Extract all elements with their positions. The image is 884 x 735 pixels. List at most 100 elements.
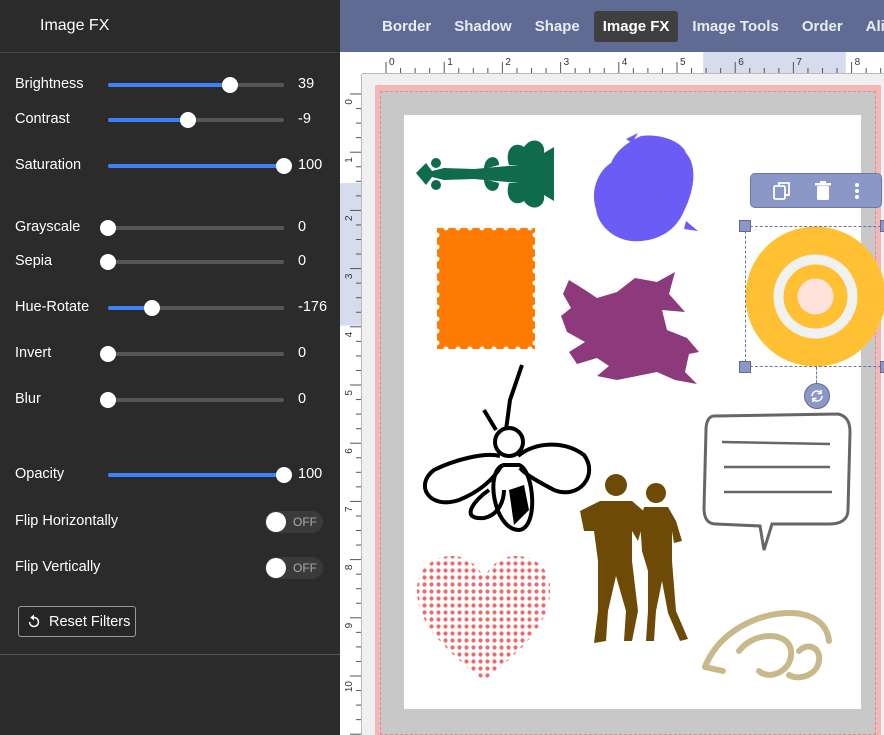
contrast-label: Contrast xyxy=(15,111,70,127)
ruler-selection-highlight xyxy=(703,52,846,73)
ruler-label: 7 xyxy=(796,57,802,68)
ruler-label: 3 xyxy=(344,273,355,279)
ruler-label: 9 xyxy=(344,622,355,628)
ruler-label: 4 xyxy=(622,57,628,68)
reset-filters-button[interactable]: Reset Filters xyxy=(18,606,136,637)
brightness-slider[interactable] xyxy=(108,77,284,93)
blur-value: 0 xyxy=(298,391,307,407)
sepia-label: Sepia xyxy=(15,253,53,269)
couple-silhouette-image[interactable] xyxy=(576,471,694,651)
green-ornament-image[interactable] xyxy=(414,135,559,210)
grayscale-slider-knob[interactable] xyxy=(100,220,116,236)
flip-horizontal-control: Flip Horizontally OFF xyxy=(0,507,340,537)
tab-order[interactable]: Order xyxy=(793,11,852,42)
vertical-ruler-ticks: 0 1 2 3 4 5 6 7 8 9 10 xyxy=(340,93,361,735)
sepia-slider[interactable] xyxy=(100,254,284,270)
selection-toolbar xyxy=(750,173,882,208)
tab-image-fx[interactable]: Image FX xyxy=(593,10,679,42)
contrast-slider[interactable] xyxy=(108,112,284,128)
ruler-label: 2 xyxy=(505,57,511,68)
invert-slider[interactable] xyxy=(100,346,284,362)
invert-slider-knob[interactable] xyxy=(100,346,116,362)
flip-horizontal-toggle[interactable]: OFF xyxy=(265,511,323,533)
sepia-slider-knob[interactable] xyxy=(100,254,116,270)
hue-rotate-slider[interactable] xyxy=(108,300,284,316)
sepia-control: Sepia 0 xyxy=(0,247,340,277)
ruler-corner xyxy=(340,52,362,74)
ruler-label: 8 xyxy=(855,57,861,68)
tab-shape[interactable]: Shape xyxy=(526,11,589,42)
horizontal-ruler-ticks: 0 1 2 3 4 5 6 7 8 xyxy=(385,52,882,73)
hue-rotate-control: Hue-Rotate -176 xyxy=(0,293,340,323)
selection-box xyxy=(745,226,884,367)
resize-handle-top-left[interactable] xyxy=(739,220,751,232)
brightness-slider-knob[interactable] xyxy=(222,77,239,93)
sepia-value: 0 xyxy=(298,253,307,269)
invert-value: 0 xyxy=(298,345,307,361)
invert-control: Invert 0 xyxy=(0,339,340,369)
saturation-value: 100 xyxy=(298,157,323,173)
gold-flourish-image[interactable] xyxy=(699,591,839,691)
panel-divider xyxy=(0,654,340,655)
flip-vertical-control: Flip Vertically OFF xyxy=(0,553,340,583)
design-page xyxy=(404,115,884,709)
flip-horizontal-label: Flip Horizontally xyxy=(15,513,119,529)
resize-handle-bottom-right[interactable] xyxy=(880,361,884,373)
tab-shadow[interactable]: Shadow xyxy=(445,11,521,42)
hue-rotate-slider-knob[interactable] xyxy=(144,300,160,316)
ruler-label: 10 xyxy=(344,681,355,693)
red-heart-pattern-image[interactable] xyxy=(414,553,554,683)
brightness-label: Brightness xyxy=(15,76,84,92)
ruler-label: 3 xyxy=(564,57,570,68)
tab-align[interactable]: Align xyxy=(857,11,884,42)
orange-stamp-image[interactable] xyxy=(434,225,538,352)
more-vertical-icon[interactable] xyxy=(853,180,861,202)
rotate-handle[interactable] xyxy=(804,383,830,409)
saturation-slider[interactable] xyxy=(108,158,292,174)
opacity-control: Opacity 100 xyxy=(0,460,340,490)
rotate-connector xyxy=(816,367,817,383)
speech-bubble-image[interactable] xyxy=(702,412,852,557)
reset-icon xyxy=(28,614,40,627)
bee-doodle-image[interactable] xyxy=(414,360,594,535)
purple-swirl-image[interactable] xyxy=(586,131,701,249)
ruler-label: 2 xyxy=(344,215,355,221)
resize-handle-bottom-left[interactable] xyxy=(739,361,751,373)
contrast-slider-knob[interactable] xyxy=(180,112,197,128)
ruler-label: 1 xyxy=(447,57,453,68)
trash-icon[interactable] xyxy=(813,180,833,202)
duplicate-icon[interactable] xyxy=(771,180,793,202)
blur-label: Blur xyxy=(15,391,41,407)
grayscale-value: 0 xyxy=(298,219,307,235)
toggle-state: OFF xyxy=(293,561,317,575)
reset-filters-label: Reset Filters xyxy=(49,613,131,630)
brightness-value: 39 xyxy=(298,76,315,92)
grayscale-slider[interactable] xyxy=(100,220,284,236)
horizontal-ruler: 0 1 2 3 4 5 6 7 8 xyxy=(362,52,884,74)
ruler-label: 0 xyxy=(389,57,395,68)
brightness-control: Brightness 39 xyxy=(0,70,340,100)
image-fx-panel: Image FX Brightness 39 Contrast -9 Satur… xyxy=(0,0,340,735)
resize-handle-top-right[interactable] xyxy=(880,220,884,232)
ruler-label: 6 xyxy=(738,57,744,68)
opacity-label: Opacity xyxy=(15,466,65,482)
ruler-label: 5 xyxy=(680,57,686,68)
contrast-value: -9 xyxy=(298,111,311,127)
flip-vertical-label: Flip Vertically xyxy=(15,559,101,575)
saturation-slider-knob[interactable] xyxy=(276,158,292,174)
blur-slider[interactable] xyxy=(100,392,284,408)
tab-border[interactable]: Border xyxy=(373,11,440,42)
toggle-knob xyxy=(266,558,286,578)
ruler-label: 0 xyxy=(344,99,355,105)
blur-slider-knob[interactable] xyxy=(100,392,116,408)
opacity-slider[interactable] xyxy=(108,467,292,483)
contrast-control: Contrast -9 xyxy=(0,105,340,135)
flip-vertical-toggle[interactable]: OFF xyxy=(265,557,323,579)
ruler-label: 4 xyxy=(344,331,355,337)
panel-header: Image FX xyxy=(0,0,340,53)
tab-image-tools[interactable]: Image Tools xyxy=(683,11,787,42)
opacity-slider-knob[interactable] xyxy=(276,467,292,483)
saturation-label: Saturation xyxy=(15,157,82,173)
canvas-area xyxy=(362,74,884,735)
grayscale-control: Grayscale 0 xyxy=(0,213,340,243)
